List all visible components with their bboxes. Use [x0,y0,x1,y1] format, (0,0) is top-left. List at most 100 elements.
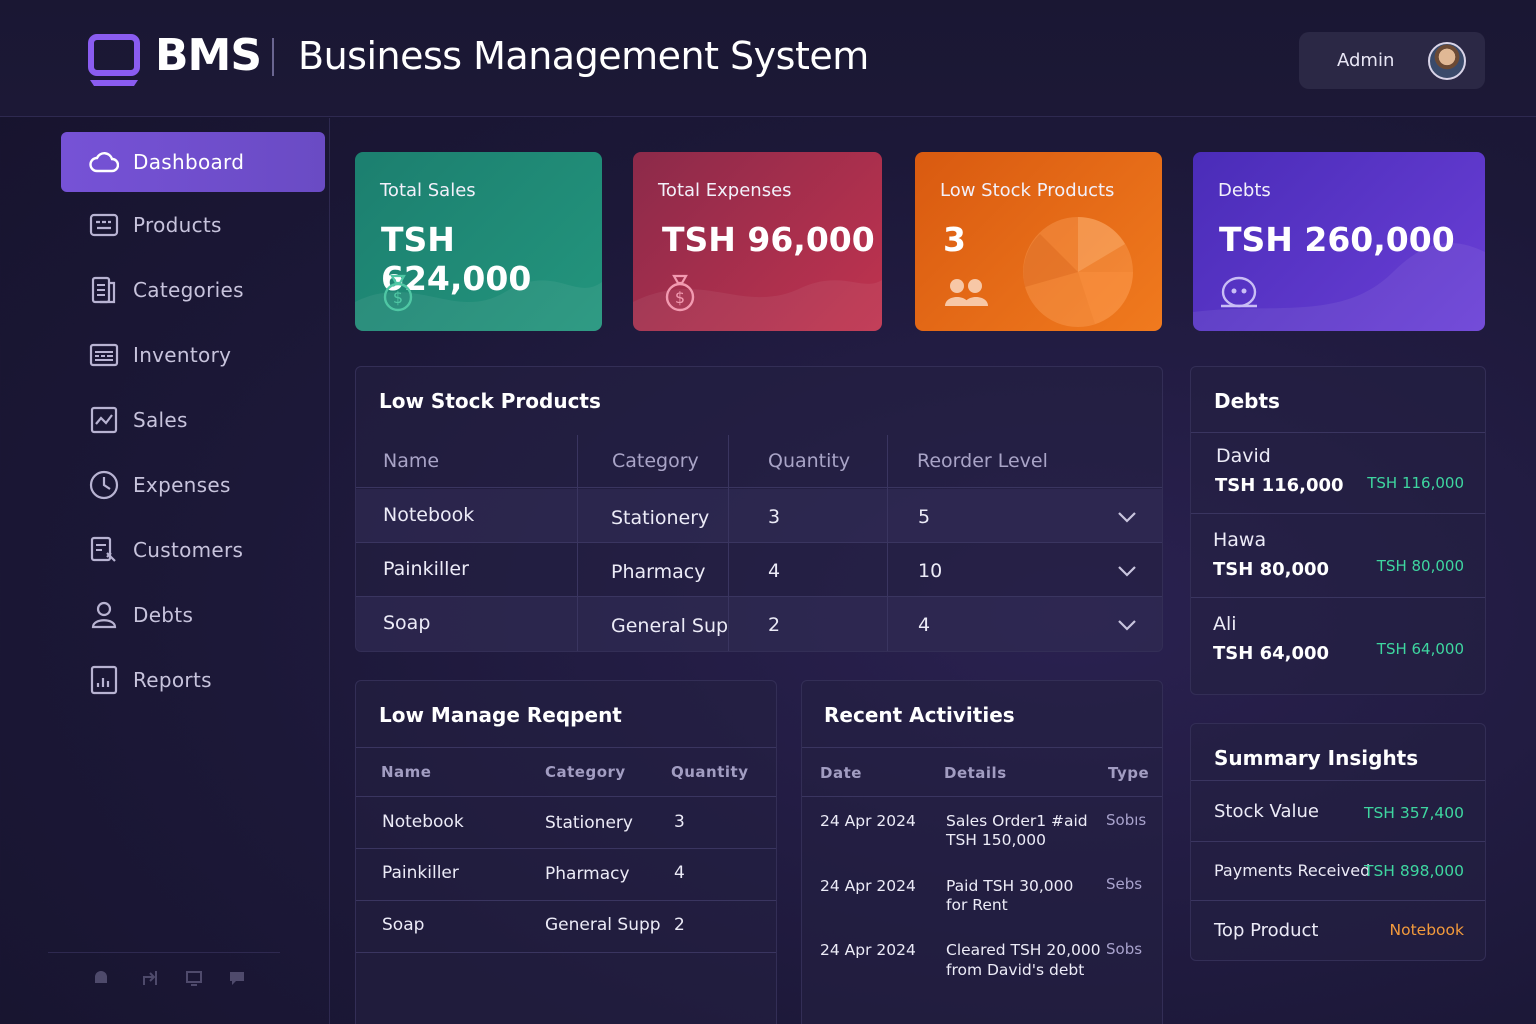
stat-card-total-expenses[interactable]: Total Expenses TSH 96,000 $ [633,152,882,331]
cell-category: Pharmacy [611,561,706,583]
cell-quantity: 2 [674,915,685,935]
panel-title: Low Manage Reqpent [379,703,622,727]
stat-value: 3 [943,220,966,259]
insight-value: TSH 898,000 [1364,862,1464,880]
cell-reorder-level: 4 [918,614,931,636]
stat-label: Debts [1218,180,1271,201]
cell-name: Soap [382,915,425,935]
sidebar-item-label: Dashboard [133,150,245,174]
table-row[interactable]: Painkiller Pharmacy 4 [356,849,776,901]
debt-amount: TSH 116,000 [1215,475,1344,496]
divider [1191,432,1485,433]
cell-name: Painkiller [383,558,469,580]
low-stock-panel: Low Stock Products Name Category Quantit… [355,366,1163,652]
stat-card-total-sales[interactable]: Total Sales TSH 624,000 $ [355,152,602,331]
column-header: Category [545,763,626,781]
bell-icon[interactable] [90,967,112,989]
sidebar-item-label: Reports [133,668,212,692]
table-header: Name Category Quantity Reorder Level [356,435,1162,488]
debt-amount-secondary: TSH 80,000 [1376,557,1464,575]
stat-card-debts[interactable]: Debts TSH 260,000 [1193,152,1485,331]
table-row[interactable]: Notebook Stationery 3 [356,797,776,849]
chevron-down-icon[interactable] [1116,564,1138,578]
insight-value: TSH 357,400 [1364,804,1464,822]
divider [802,747,1162,748]
money-bag-icon: $ [383,274,413,312]
recent-activities-panel: Recent Activities Date Details Type 24 A… [801,680,1163,1024]
sidebar-item-label: Expenses [133,473,231,497]
activity-date: 24 Apr 2024 [820,941,916,959]
panel-title: Low Stock Products [379,389,601,413]
column-header: Category [612,450,699,472]
cloud-icon [87,145,121,179]
divider [1191,780,1485,781]
cell-name: Notebook [383,504,475,526]
user-icon [87,598,121,632]
sidebar-item-inventory[interactable]: Inventory [61,325,325,385]
debts-panel: Debts David TSH 116,000 TSH 116,000 Hawa… [1190,366,1486,695]
cell-category: General Supp [611,615,727,637]
stat-card-low-stock[interactable]: Low Stock Products 3 [915,152,1162,331]
table-row[interactable]: Notebook Stationery 3 5 [356,489,1162,543]
report-icon [87,663,121,697]
sidebar-item-expenses[interactable]: Expenses [61,455,325,515]
table-row[interactable]: Soap General Supp 2 [356,901,776,953]
document-icon [87,273,121,307]
sidebar-item-label: Customers [133,538,244,562]
debt-amount: TSH 80,000 [1213,559,1330,580]
debt-amount-secondary: TSH 64,000 [1376,640,1464,658]
column-header: Name [381,763,432,781]
user-menu-button[interactable]: Admin [1299,32,1485,89]
sidebar-item-customers[interactable]: Customers [61,520,325,580]
customer-icon [87,533,121,567]
summary-insights-panel: Summary Insights Stock Value TSH 357,400… [1190,723,1486,961]
chevron-down-icon[interactable] [1116,510,1138,524]
sidebar-item-dashboard[interactable]: Dashboard [61,132,325,192]
svg-text:$: $ [675,288,685,307]
activity-details: TSH 150,000 [946,831,1046,849]
sidebar-item-reports[interactable]: Reports [61,650,325,710]
id-card-icon [87,208,121,242]
app-title: Business Management System [298,34,869,78]
chevron-down-icon[interactable] [1116,618,1138,632]
cell-name: Notebook [382,812,464,832]
sidebar-item-debts[interactable]: Debts [61,585,325,645]
sidebar-item-products[interactable]: Products [61,195,325,255]
clock-icon [87,468,121,502]
activity-details: Paid TSH 30,000 [946,877,1074,895]
column-header: Type [1108,764,1150,782]
avatar[interactable] [1428,42,1466,80]
sidebar-item-sales[interactable]: Sales [61,390,325,450]
activity-type: Sebs [1106,875,1143,893]
column-divider [577,435,578,651]
panel-title: Recent Activities [824,703,1015,727]
monitor-icon[interactable] [183,967,205,989]
cell-quantity: 3 [674,812,685,832]
keyboard-icon [87,338,121,372]
chat-face-icon [1221,276,1257,308]
activity-details: Cleared TSH 20,000 [946,941,1101,959]
share-icon[interactable] [140,967,162,989]
stat-label: Total Expenses [658,180,792,201]
sidebar-item-label: Products [133,213,222,237]
stat-value: TSH 260,000 [1219,220,1455,259]
chat-icon[interactable] [226,967,248,989]
table-row[interactable]: Painkiller Pharmacy 4 10 [356,543,1162,597]
sidebar-item-label: Debts [133,603,194,627]
debt-amount: TSH 64,000 [1213,643,1330,664]
activity-details: Sales Order1 #aid [946,812,1088,830]
activity-details: from David's debt [946,961,1085,979]
user-label: Admin [1337,50,1395,71]
low-manage-panel: Low Manage Reqpent Name Category Quantit… [355,680,777,1024]
insight-label: Top Product [1214,920,1319,941]
cell-name: Soap [383,612,431,634]
insight-value[interactable]: Notebook [1390,921,1464,939]
cell-reorder-level: 10 [918,560,943,582]
column-header: Date [820,764,862,782]
sidebar-item-categories[interactable]: Categories [61,260,325,320]
stat-label: Low Stock Products [940,180,1115,201]
column-header: Quantity [671,763,749,781]
laptop-logo-icon [88,34,140,86]
sidebar-footer [48,952,280,986]
table-row[interactable]: Soap General Supp 2 4 [356,597,1162,651]
